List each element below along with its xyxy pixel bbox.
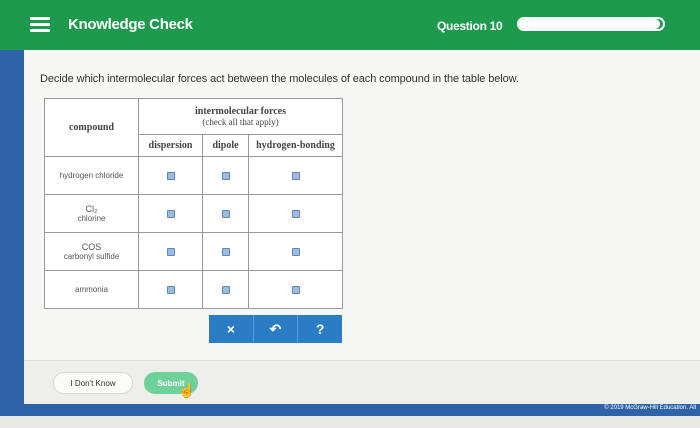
checkbox-hydrogen-bonding[interactable] (291, 286, 300, 295)
cell-dipole (202, 194, 249, 233)
hamburger-menu-icon[interactable] (30, 17, 50, 33)
help-button[interactable]: ? (298, 315, 343, 343)
checkbox-hydrogen-bonding[interactable] (291, 172, 300, 181)
compound-cell: COS carbonyl sulfide (44, 232, 139, 271)
compound-header: compound (44, 98, 139, 157)
checkbox-dispersion[interactable] (166, 210, 175, 219)
checkbox-hydrogen-bonding[interactable] (291, 210, 300, 219)
cell-hydrogen-bonding (248, 194, 343, 233)
question-number: Question 10 (437, 19, 503, 33)
group-subtitle: (check all that apply) (202, 117, 279, 127)
undo-icon: ↶ (269, 320, 282, 337)
forces-table: compound intermolecular forces (check al… (44, 98, 343, 309)
checkbox-dispersion[interactable] (166, 286, 175, 295)
checkbox-dipole[interactable] (221, 172, 230, 181)
cell-hydrogen-bonding (248, 270, 343, 309)
hand-cursor-icon: ☝ (178, 382, 196, 398)
column-header-hydrogen-bonding: hydrogen-bonding (248, 134, 343, 157)
cell-dispersion (138, 194, 203, 233)
answer-toolbar: × ↶ ? (209, 315, 343, 343)
checkbox-dispersion[interactable] (166, 172, 175, 181)
compound-cell: hydrogen chloride (44, 156, 139, 195)
progress-fill (519, 19, 661, 29)
compound-name: carbonyl sulfide (63, 252, 120, 261)
cell-hydrogen-bonding (248, 232, 343, 271)
cell-dipole (202, 156, 249, 195)
checkbox-dipole[interactable] (221, 286, 230, 295)
compound-cell: Cl₂ chlorine (44, 194, 139, 233)
table-row: hydrogen chloride (44, 156, 343, 195)
cell-dipole (202, 270, 249, 309)
column-header-dispersion: dispersion (138, 134, 203, 157)
cell-dispersion (138, 232, 203, 271)
table-row: ammonia (44, 270, 343, 309)
table-row: COS carbonyl sulfide (44, 232, 343, 271)
compound-name: hydrogen chloride (59, 171, 124, 180)
undo-button[interactable]: ↶ (253, 315, 299, 343)
compound-name: ammonia (75, 285, 108, 294)
top-header: Knowledge Check Question 10 (0, 0, 700, 50)
cell-hydrogen-bonding (248, 156, 343, 195)
close-icon: × (226, 321, 235, 337)
bottom-padding (0, 416, 700, 428)
clear-button[interactable]: × (209, 315, 254, 343)
bottom-bar (0, 404, 700, 416)
cell-dispersion (138, 156, 203, 195)
group-title: intermolecular forces (195, 106, 286, 117)
question-prompt: Decide which intermolecular forces act b… (40, 73, 519, 85)
forces-group-header: intermolecular forces (check all that ap… (138, 98, 343, 135)
compound-formula: Cl₂ (85, 204, 98, 214)
cell-dipole (202, 232, 249, 271)
checkbox-dipole[interactable] (221, 248, 230, 257)
help-icon: ? (315, 321, 325, 337)
checkbox-dispersion[interactable] (166, 248, 175, 257)
copyright-text: © 2019 McGraw-Hill Education. All (604, 405, 696, 411)
app-title: Knowledge Check (68, 16, 193, 33)
left-sidebar-strip (0, 50, 24, 410)
checkbox-hydrogen-bonding[interactable] (291, 248, 300, 257)
compound-cell: ammonia (44, 270, 139, 309)
column-header-dipole: dipole (202, 134, 249, 157)
checkbox-dipole[interactable] (221, 210, 230, 219)
cell-dispersion (138, 270, 203, 309)
compound-formula: COS (81, 242, 102, 252)
dont-know-button[interactable]: I Don't Know (53, 372, 133, 394)
compound-name: chlorine (77, 214, 106, 223)
table-row: Cl₂ chlorine (44, 194, 343, 233)
progress-bar (517, 17, 665, 31)
